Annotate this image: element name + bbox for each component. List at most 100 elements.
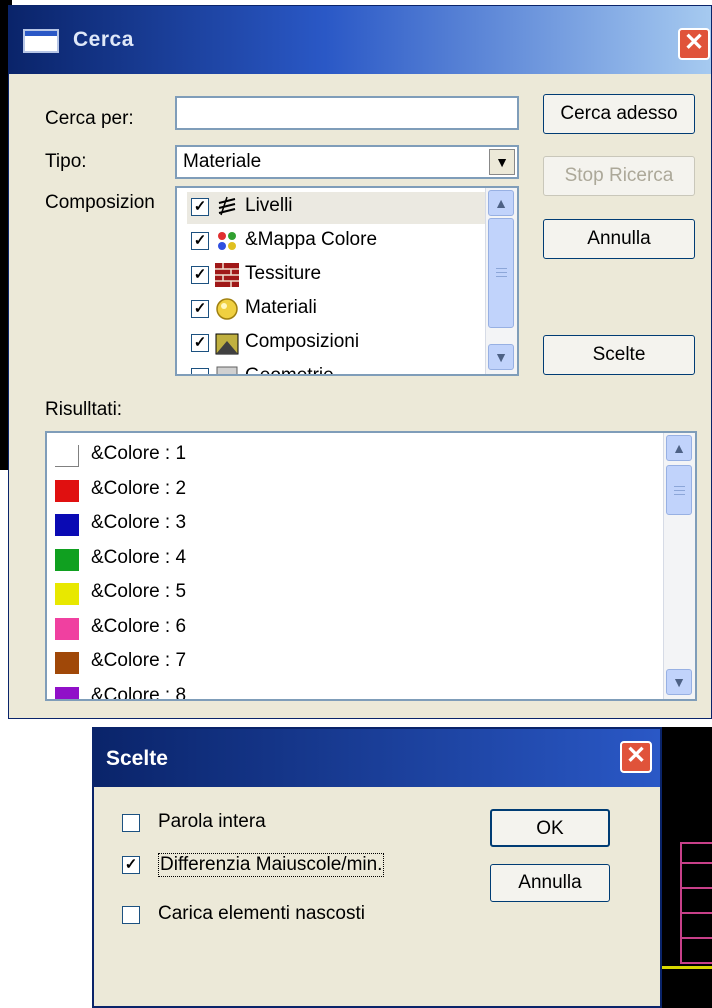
scroll-thumb[interactable] xyxy=(666,465,692,515)
composition-checkbox[interactable]: ✓ xyxy=(191,334,209,352)
result-item[interactable]: &Colore : 5 xyxy=(55,577,615,611)
scroll-down-icon[interactable]: ▼ xyxy=(666,669,692,695)
composition-item-label: &Mappa Colore xyxy=(245,229,378,250)
hidden-elements-option[interactable]: Carica elementi nascosti xyxy=(122,903,462,933)
case-sensitive-label: Differenzia Maiuscole/min. xyxy=(158,853,385,877)
result-item[interactable]: &Colore : 3 xyxy=(55,508,615,542)
ok-label: OK xyxy=(536,818,564,839)
result-item-label: &Colore : 2 xyxy=(91,477,187,499)
whole-word-checkbox[interactable] xyxy=(122,814,140,832)
window-icon xyxy=(23,29,59,53)
close-button[interactable]: ✕ xyxy=(678,28,710,60)
results-list[interactable]: &Colore : 1 &Colore : 2 &Colore : 3 &Colore… xyxy=(45,431,697,701)
material-sphere-icon xyxy=(215,297,239,321)
layers-icon xyxy=(215,195,239,219)
hidden-elements-checkbox[interactable] xyxy=(122,906,140,924)
composition-checkbox[interactable] xyxy=(191,368,209,374)
composition-label: Composizion xyxy=(45,192,155,213)
choices-close-button[interactable]: ✕ xyxy=(620,741,652,773)
case-sensitive-checkbox[interactable]: ✓ xyxy=(122,856,140,874)
composition-item[interactable]: Geometrie xyxy=(187,362,487,376)
result-item-label: &Colore : 6 xyxy=(91,615,187,637)
type-select[interactable]: Materiale ▼ xyxy=(175,145,519,179)
scroll-thumb[interactable] xyxy=(488,218,514,328)
color-swatch xyxy=(55,479,79,502)
brick-texture-icon xyxy=(215,263,239,287)
result-item[interactable]: &Colore : 7 xyxy=(55,646,615,680)
composition-item[interactable]: ✓ &Mappa Colore xyxy=(187,226,487,258)
whole-word-option[interactable]: Parola intera xyxy=(122,811,462,841)
drawing-line xyxy=(680,842,712,844)
composition-item[interactable]: ✓ Materiali xyxy=(187,294,487,326)
geometry-icon xyxy=(215,365,239,374)
composition-scrollbar[interactable]: ▲ ▼ xyxy=(485,188,517,374)
search-now-label: Cerca adesso xyxy=(560,103,678,124)
results-scrollbar[interactable]: ▲ ▼ xyxy=(663,433,695,699)
search-for-label: Cerca per: xyxy=(45,108,134,129)
scroll-up-icon[interactable]: ▲ xyxy=(666,435,692,461)
result-item[interactable]: &Colore : 1 xyxy=(55,439,615,473)
result-item[interactable]: &Colore : 4 xyxy=(55,543,615,577)
search-now-button[interactable]: Cerca adesso xyxy=(543,94,695,134)
scroll-down-icon[interactable]: ▼ xyxy=(488,344,514,370)
choices-title-bar[interactable]: Scelte ✕ xyxy=(94,729,660,787)
chevron-down-icon[interactable]: ▼ xyxy=(489,149,515,175)
close-icon: ✕ xyxy=(625,742,647,769)
color-map-icon xyxy=(215,229,239,253)
composition-checkbox[interactable]: ✓ xyxy=(191,198,209,216)
results-label: Risulltati: xyxy=(45,399,123,420)
cancel-button[interactable]: Annulla xyxy=(543,219,695,259)
composition-item-label: Composizioni xyxy=(245,331,360,352)
composition-item-label: Materiali xyxy=(245,297,317,318)
color-swatch xyxy=(55,514,79,536)
result-item-label: &Colore : 5 xyxy=(91,581,187,602)
color-swatch xyxy=(55,583,79,605)
composition-item-label: Tessiture xyxy=(245,263,322,284)
color-swatch xyxy=(55,652,79,674)
choices-dialog: Scelte ✕ Parola intera ✓ Differenzia Mai… xyxy=(92,727,662,1008)
choices-cancel-button[interactable]: Annulla xyxy=(490,864,610,902)
color-swatch xyxy=(55,686,79,699)
composition-item[interactable]: ✓ Livelli xyxy=(187,192,487,224)
cancel-label: Annulla xyxy=(587,228,651,249)
result-item[interactable]: &Colore : 8 xyxy=(55,681,615,701)
case-sensitive-option[interactable]: ✓ Differenzia Maiuscole/min. xyxy=(122,853,462,883)
stop-search-label: Stop Ricerca xyxy=(564,165,674,186)
drawing-line xyxy=(680,912,712,914)
stop-search-button[interactable]: Stop Ricerca xyxy=(543,156,695,196)
color-swatch xyxy=(55,548,79,571)
scroll-up-icon[interactable]: ▲ xyxy=(488,190,514,216)
hidden-elements-label: Carica elementi nascosti xyxy=(158,903,365,924)
drawing-line xyxy=(680,962,712,964)
whole-word-label: Parola intera xyxy=(158,811,266,832)
composition-item[interactable]: ✓ Tessiture xyxy=(187,260,487,292)
composition-checkbox[interactable]: ✓ xyxy=(191,300,209,318)
composition-checkbox[interactable]: ✓ xyxy=(191,232,209,250)
type-select-value: Materiale xyxy=(183,151,262,172)
result-item-label: &Colore : 4 xyxy=(91,546,187,568)
choices-title: Scelte xyxy=(106,747,168,770)
result-item-label: &Colore : 8 xyxy=(91,684,187,701)
ok-button[interactable]: OK xyxy=(490,809,610,847)
drawing-line xyxy=(680,887,712,889)
composition-item[interactable]: ✓ Composizioni xyxy=(187,328,487,360)
close-icon: ✕ xyxy=(683,29,705,56)
choices-button[interactable]: Scelte xyxy=(543,335,695,375)
result-item[interactable]: &Colore : 6 xyxy=(55,612,615,646)
search-input[interactable] xyxy=(175,96,519,130)
composition-icon xyxy=(215,331,239,355)
result-item[interactable]: &Colore : 2 xyxy=(55,474,615,508)
drawing-line xyxy=(680,862,712,864)
color-swatch xyxy=(55,617,79,640)
window-title: Cerca xyxy=(73,28,134,51)
composition-list[interactable]: ✓ Livelli ✓ &Mappa Colore ✓ Tessiture ✓ Materia… xyxy=(175,186,519,376)
drawing-line xyxy=(680,937,712,939)
composition-item-label: Geometrie xyxy=(245,365,334,376)
composition-checkbox[interactable]: ✓ xyxy=(191,266,209,284)
choices-label: Scelte xyxy=(592,344,646,365)
title-bar[interactable]: Cerca ✕ xyxy=(9,6,711,74)
search-dialog: Cerca ✕ Cerca per: Tipo: Materiale ▼ Com… xyxy=(8,5,712,719)
result-item-label: &Colore : 7 xyxy=(91,650,187,671)
type-label: Tipo: xyxy=(45,151,87,172)
result-item-label: &Colore : 1 xyxy=(91,443,187,464)
